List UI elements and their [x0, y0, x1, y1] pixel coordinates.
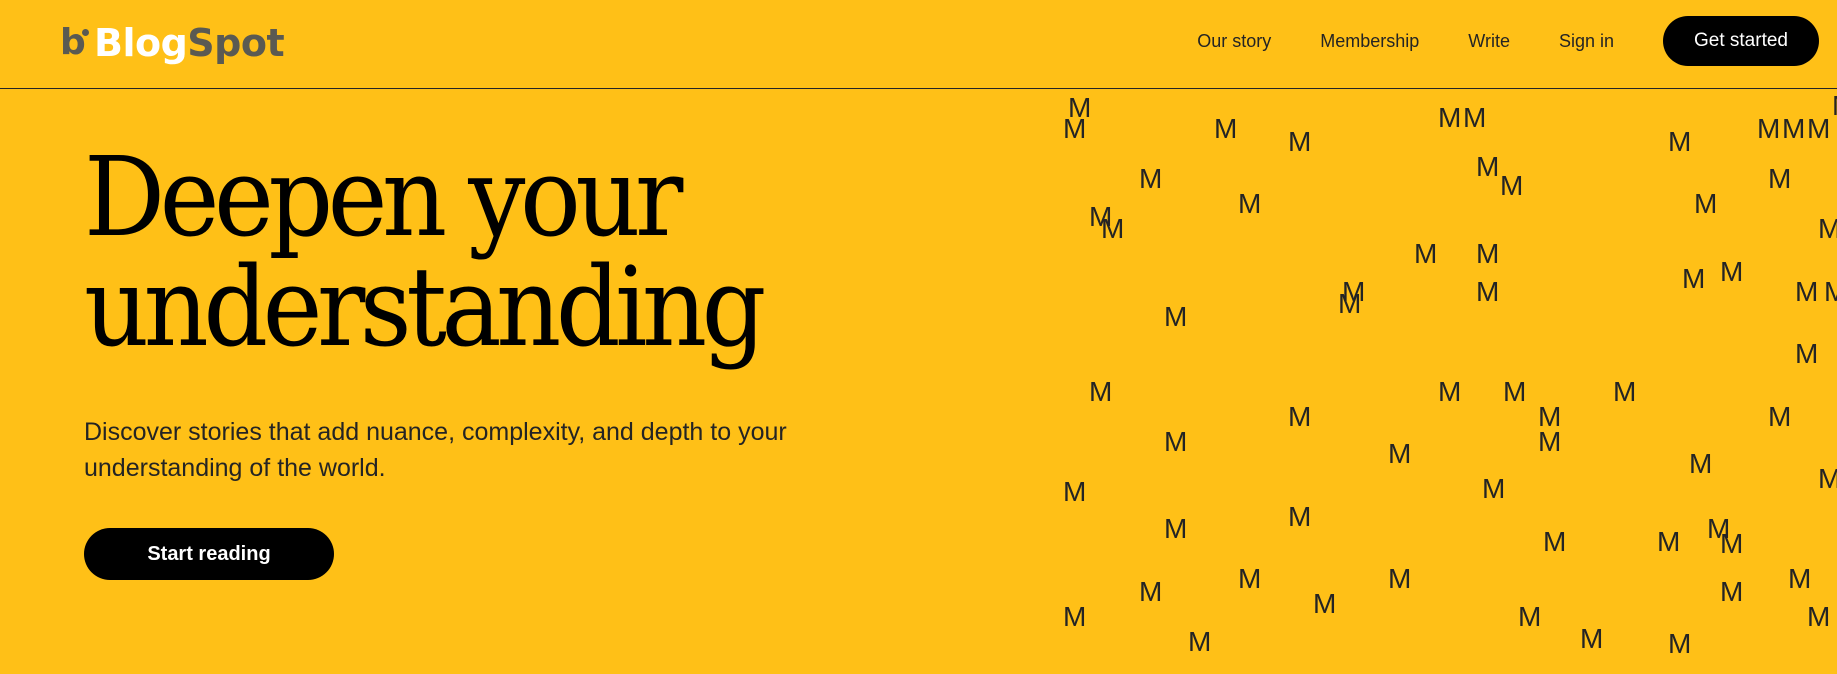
nav-write-link[interactable]: Write	[1468, 31, 1510, 52]
pattern-glyph: M	[1063, 476, 1087, 507]
logo-mark-icon: b	[60, 25, 90, 61]
pattern-glyph: M	[1807, 601, 1831, 632]
pattern-glyph: M	[1139, 163, 1163, 194]
pattern-glyph: M	[1089, 376, 1113, 407]
pattern-glyph: M	[1689, 448, 1713, 479]
pattern-glyph: M	[1164, 426, 1188, 457]
pattern-glyph: M	[1476, 238, 1500, 269]
pattern-glyph: M	[1682, 263, 1706, 294]
pattern-glyph: M	[1824, 276, 1837, 307]
pattern-glyph: M	[1795, 338, 1819, 369]
get-started-button[interactable]: Get started	[1663, 16, 1819, 66]
pattern-glyph: M	[1063, 601, 1087, 632]
pattern-glyph: M	[1720, 256, 1744, 287]
pattern-glyph: M	[1832, 92, 1837, 120]
top-navigation-bar: b BlogSpot Our story Membership Write Si…	[0, 0, 1837, 89]
pattern-glyph: M	[1788, 563, 1812, 594]
hero-subtitle: Discover stories that add nuance, comple…	[84, 418, 787, 482]
pattern-glyph: M	[1476, 276, 1500, 307]
hero-title-line-2: understanding	[84, 243, 766, 371]
nav-our-story-link[interactable]: Our story	[1197, 31, 1271, 52]
pattern-glyph: M	[1238, 188, 1262, 219]
pattern-glyph: M	[1538, 426, 1562, 457]
start-reading-button[interactable]: Start reading	[84, 528, 334, 580]
pattern-glyph: M	[1657, 526, 1681, 557]
logo-word-spot: Spot	[187, 21, 285, 65]
pattern-glyph: M	[1720, 528, 1744, 559]
nav-sign-in-link[interactable]: Sign in	[1559, 31, 1614, 52]
pattern-glyph: M	[1164, 513, 1188, 544]
pattern-glyph: M	[1694, 188, 1718, 219]
pattern-glyph: M	[1543, 526, 1567, 557]
pattern-glyph: M	[1188, 626, 1212, 657]
pattern-glyph: M	[1288, 401, 1312, 432]
pattern-glyph: M	[1613, 376, 1637, 407]
pattern-glyph: M	[1101, 213, 1125, 244]
pattern-glyph: M	[1164, 301, 1188, 332]
pattern-glyph: M	[1668, 628, 1692, 659]
pattern-glyph: M	[1518, 601, 1542, 632]
pattern-glyph: M	[1482, 473, 1506, 504]
pattern-glyph: M	[1580, 623, 1604, 654]
pattern-glyph: M	[1063, 113, 1087, 144]
pattern-glyph: M	[1438, 376, 1462, 407]
pattern-glyph: M	[1795, 276, 1819, 307]
pattern-glyph: M	[1388, 563, 1412, 594]
pattern-glyph: M	[1818, 463, 1837, 494]
pattern-glyph: M	[1807, 113, 1831, 144]
pattern-glyph: M	[1503, 376, 1527, 407]
pattern-glyph: M	[1768, 163, 1792, 194]
pattern-glyph: M	[1238, 563, 1262, 594]
pattern-glyph: M	[1668, 126, 1692, 157]
pattern-glyph: M	[1288, 126, 1312, 157]
pattern-glyph: M	[1214, 113, 1238, 144]
logo-mark-letter: b	[60, 22, 86, 63]
hero-title-line-1: Deepen your	[84, 133, 683, 261]
hero-title: Deepen your understanding	[84, 133, 766, 371]
main-nav: Our story Membership Write Sign in Get s…	[1197, 16, 1819, 66]
pattern-glyph: M	[1720, 576, 1744, 607]
logo-mark-dot	[82, 29, 89, 36]
blogspot-logo[interactable]: b BlogSpot	[60, 18, 285, 68]
pattern-glyph: M	[1500, 170, 1524, 201]
pattern-glyph: M	[1414, 238, 1438, 269]
pattern-glyph: M	[1757, 113, 1781, 144]
pattern-glyph: M	[1818, 213, 1837, 244]
pattern-glyph: M	[1313, 588, 1337, 619]
nav-membership-link[interactable]: Membership	[1320, 31, 1419, 52]
pattern-glyph: M	[1288, 501, 1312, 532]
pattern-glyph: M	[1338, 288, 1362, 319]
pattern-glyph: M	[1463, 102, 1487, 133]
pattern-glyph: M	[1476, 151, 1500, 182]
pattern-glyph: M	[1782, 113, 1806, 144]
pattern-glyph: M	[1388, 438, 1412, 469]
logo-word-blog: Blog	[94, 21, 188, 65]
pattern-glyph: M	[1768, 401, 1792, 432]
pattern-glyph: M	[1139, 576, 1163, 607]
logo-wordmark: BlogSpot	[94, 21, 285, 65]
pattern-glyph: M	[1438, 102, 1462, 133]
